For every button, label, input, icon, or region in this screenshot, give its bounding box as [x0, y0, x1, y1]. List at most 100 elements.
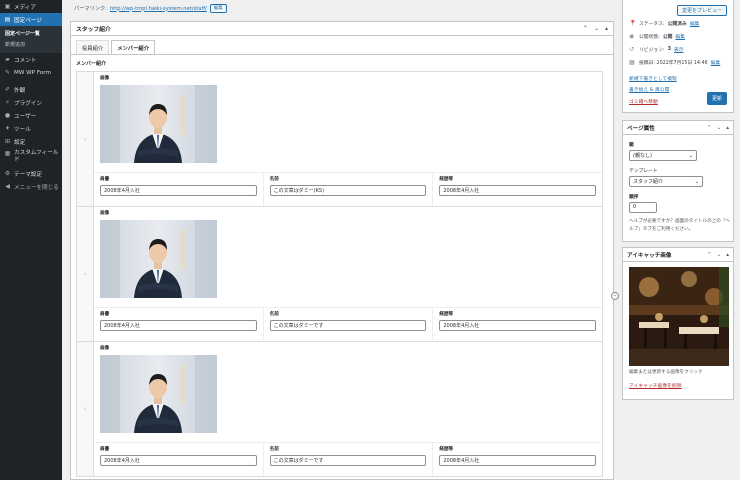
toggle-panel-icon[interactable]: ▴	[726, 125, 729, 131]
parent-select[interactable]: (親なし) ⌄	[629, 150, 697, 161]
move-down-icon[interactable]: ⌄	[717, 125, 722, 131]
order-input[interactable]: 0	[629, 202, 657, 213]
status-edit-link[interactable]: 編集	[690, 20, 700, 27]
name-input[interactable]	[269, 185, 427, 196]
remove-featured-image-link[interactable]: アイキャッチ画像を削除	[629, 382, 682, 389]
sidebar-item-label: 設定	[14, 139, 26, 146]
tab-bar: 役員紹介 メンバー紹介	[76, 40, 155, 55]
move-down-icon[interactable]: ⌄	[594, 25, 599, 32]
sidebar-item-media[interactable]: ▣ メディア	[0, 0, 62, 13]
featured-image-box: アイキャッチ画像 ⌃ ⌄ ▴ 編集または更新する画像をクリック アイキャッチ画像を削除	[622, 247, 734, 400]
move-down-icon[interactable]: ⌄	[717, 252, 722, 258]
revisions-icon: ↺	[629, 46, 635, 53]
remove-row-icon[interactable]: −	[611, 292, 619, 300]
visibility-label: 公開状態:	[639, 35, 660, 40]
date-row: ▦ 投稿日: 2022年7月15日 14:46 編集	[629, 59, 720, 66]
career-field-label: 経歴等	[439, 177, 454, 182]
title-field-label: 肩書	[100, 312, 110, 317]
move-to-trash-link[interactable]: ゴミ箱へ移動	[629, 98, 658, 105]
visibility-edit-link[interactable]: 編集	[675, 33, 685, 40]
sidebar-item-tools[interactable]: ✦ ツール	[0, 122, 62, 135]
image-label: 画像	[100, 346, 110, 351]
update-button[interactable]: 更新	[706, 92, 727, 105]
page-attributes-title: ページ属性	[627, 125, 655, 132]
visibility-value: 公開	[662, 35, 673, 40]
sidebar-item-label: プラグイン	[14, 100, 42, 107]
row-drag-handle[interactable]: ›	[77, 72, 94, 206]
tab-executives[interactable]: 役員紹介	[76, 40, 110, 54]
toggle-panel-icon[interactable]: ▴	[726, 252, 729, 258]
title-field-label: 肩書	[100, 177, 110, 182]
move-up-icon[interactable]: ⌃	[707, 125, 712, 131]
sidebar-item-comments[interactable]: ▰ コメント	[0, 53, 62, 66]
pin-icon: 📍	[629, 20, 637, 27]
sidebar-item-label: テーマ設定	[14, 171, 42, 178]
career-field: 経歴等	[433, 443, 602, 476]
permalink-url[interactable]: http://wp-tmpl.halki-system.net/staff/	[110, 6, 207, 12]
status-label: ステータス:	[639, 22, 665, 27]
staff-photo[interactable]	[100, 85, 217, 163]
image-label: 画像	[100, 76, 110, 81]
submenu-item-all-pages[interactable]: 固定ページ一覧	[0, 28, 62, 39]
chevron-down-icon: ⌄	[694, 178, 699, 185]
name-input[interactable]	[269, 320, 427, 331]
collapse-menu-button[interactable]: ◀ メニューを閉じる	[0, 180, 62, 193]
name-field-label: 名前	[269, 447, 279, 452]
row-drag-handle[interactable]: ›	[77, 342, 94, 476]
date-edit-link[interactable]: 編集	[711, 59, 721, 66]
sidebar-item-label: 外観	[14, 87, 26, 94]
template-select-value: スタッフ紹介	[633, 179, 664, 185]
status-row: 📍 ステータス: 公開済み 編集	[629, 20, 699, 27]
toggle-panel-icon[interactable]: ▴	[605, 25, 608, 32]
rewrite-republish-link[interactable]: 書き換え & 再公開	[629, 86, 669, 93]
comments-icon: ▰	[5, 56, 10, 63]
appearance-icon: ✐	[4, 86, 11, 93]
revisions-link[interactable]: 表示	[674, 46, 684, 53]
sidebar-item-plugins[interactable]: ⚡ プラグイン	[0, 96, 62, 109]
career-field-label: 経歴等	[439, 447, 454, 452]
staff-postbox: スタッフ紹介 ⌃ ⌄ ▴ 役員紹介 メンバー紹介 メンバー紹介 › 画像 肩書 …	[70, 21, 619, 480]
page-attributes-header: ページ属性 ⌃ ⌄ ▴	[623, 121, 733, 135]
name-input[interactable]	[269, 455, 427, 466]
template-select[interactable]: スタッフ紹介 ⌄	[629, 176, 703, 187]
title-input[interactable]	[100, 455, 257, 466]
career-input[interactable]	[439, 455, 597, 466]
sidebar-item-users[interactable]: ● ユーザー	[0, 109, 62, 122]
help-text: ヘルプが必要ですか？画面のタイトルの上の「ヘルプ」タブをご利用ください。	[629, 219, 731, 232]
move-up-icon[interactable]: ⌃	[583, 25, 588, 32]
career-field-label: 経歴等	[439, 312, 454, 317]
sidebar-item-appearance[interactable]: ✐ 外観	[0, 83, 62, 96]
image-label: 画像	[100, 211, 110, 216]
parent-label: 親	[629, 143, 634, 148]
chevron-down-icon: ⌄	[688, 152, 693, 159]
sidebar-item-label: メディア	[14, 4, 36, 11]
users-icon: ●	[4, 112, 11, 119]
sidebar-item-mw-wp-form[interactable]: ✎ MW WP Form	[0, 66, 62, 79]
career-input[interactable]	[439, 185, 597, 196]
order-label: 順序	[629, 195, 639, 200]
move-up-icon[interactable]: ⌃	[707, 252, 712, 258]
permalink-edit-button[interactable]: 編集	[209, 4, 227, 13]
sidebar-item-settings[interactable]: ⊞ 設定	[0, 135, 62, 148]
staff-photo[interactable]	[100, 355, 217, 433]
row-drag-handle[interactable]: ›	[77, 207, 94, 341]
copy-draft-link[interactable]: 新規下書きとして複製	[629, 75, 677, 82]
sidebar-item-pages[interactable]: ▤ 固定ページ	[0, 13, 62, 26]
staff-photo[interactable]	[100, 220, 217, 298]
career-input[interactable]	[439, 320, 597, 331]
media-icon: ▣	[4, 3, 11, 10]
featured-image-thumbnail[interactable]	[629, 267, 729, 366]
title-input[interactable]	[100, 320, 257, 331]
settings-icon: ⊞	[4, 138, 11, 145]
main-content: パーマリンク: http://wp-tmpl.halki-system.net/…	[62, 0, 619, 480]
sidebar-item-custom-fields[interactable]: ▦ カスタムフィールド	[0, 148, 62, 167]
career-field: 経歴等	[433, 173, 602, 206]
title-input[interactable]	[100, 185, 257, 196]
preview-changes-button[interactable]: 変更をプレビュー	[676, 5, 727, 16]
postbox-title: スタッフ紹介	[76, 27, 111, 33]
sidebar-item-theme-settings[interactable]: ⚙ テーマ設定	[0, 167, 62, 180]
title-field: 肩書	[94, 308, 264, 341]
tab-members[interactable]: メンバー紹介	[111, 40, 155, 55]
submenu-item-add-new[interactable]: 新規追加	[0, 39, 62, 50]
name-field: 名前	[264, 443, 434, 476]
